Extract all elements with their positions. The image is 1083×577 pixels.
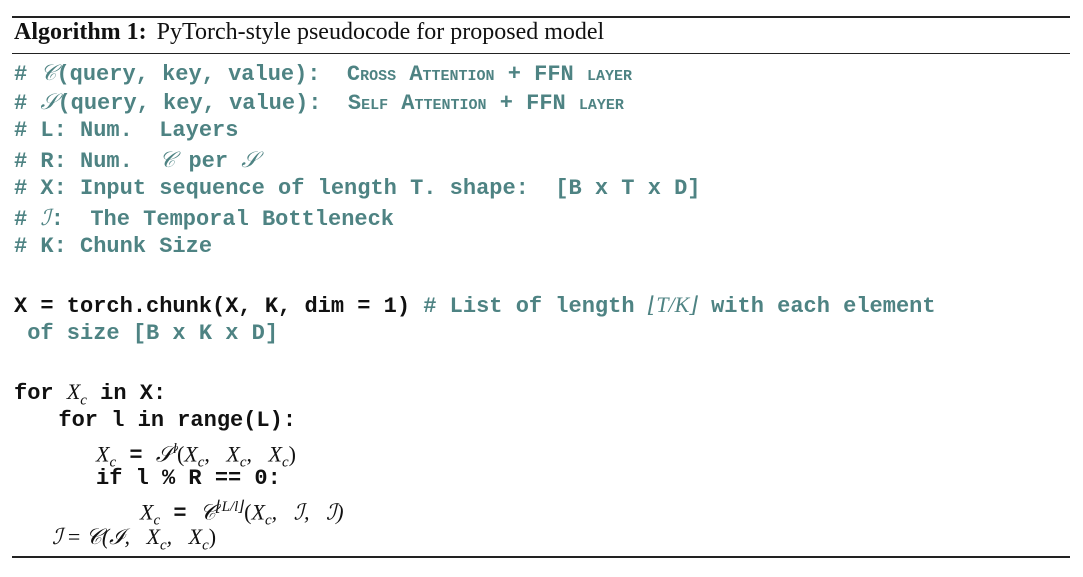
comment-self-attention: # 𝒮(query, key, value): Self Attention +…	[14, 89, 624, 116]
comment-layers: # L: Num. Layers	[14, 118, 239, 143]
comment-bottleneck: # ℐ: The Temporal Bottleneck	[14, 205, 395, 232]
code-bottleneck-update: ℐ = 𝒞(ℐ, Xc, Xc)	[52, 524, 217, 554]
top-rule	[12, 16, 1070, 18]
algorithm-label: Algorithm 1:	[14, 19, 147, 45]
code-if-condition: if l % R == 0:	[96, 466, 281, 491]
algorithm-caption: Algorithm 1: PyTorch-style pseudocode for…	[14, 19, 604, 46]
comment-cross-attention: # 𝒞(query, key, value): Cross Attention …	[14, 60, 632, 87]
code-inner-loop: for l in range(L):	[32, 408, 297, 433]
code-chunk-line: X = torch.chunk(X, K, dim = 1) # List of…	[14, 292, 936, 319]
bottom-rule	[12, 556, 1070, 558]
caption-rule	[12, 53, 1070, 54]
comment-chunk-size: # K: Chunk Size	[14, 234, 213, 259]
algorithm-title: PyTorch-style pseudocode for proposed mo…	[156, 19, 605, 45]
comment-input: # X: Input sequence of length T. shape: …	[14, 176, 701, 201]
comment-ratio: # R: Num. 𝒞 per 𝒮	[14, 147, 259, 174]
code-chunk-continuation: of size [B x K x D]	[14, 321, 279, 346]
